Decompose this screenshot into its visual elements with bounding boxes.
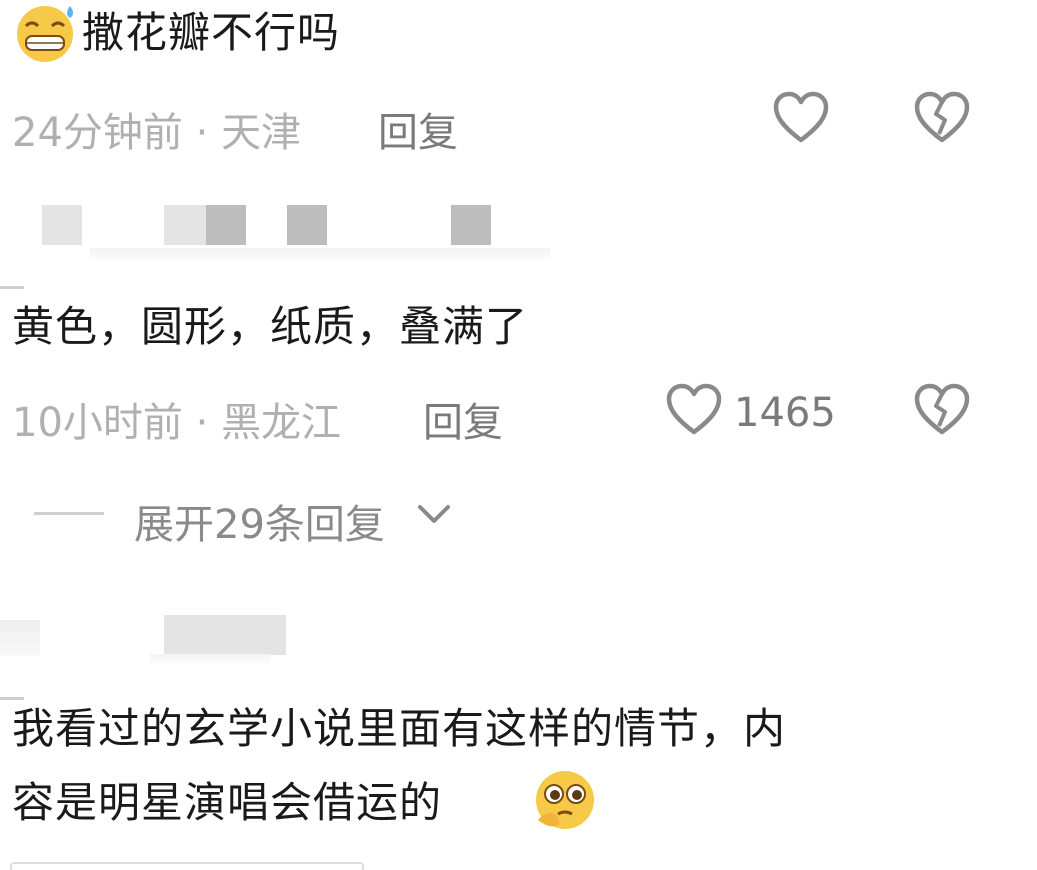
comment-text-line-2: 容是明星演唱会借运的 xyxy=(12,778,443,827)
chevron-down-icon xyxy=(416,502,452,526)
comment-time: 10小时前 xyxy=(12,400,183,446)
expand-divider-line xyxy=(34,512,104,515)
username-blur xyxy=(164,205,206,245)
comment-text: 撒花瓣不行吗 xyxy=(82,8,341,57)
username-blur xyxy=(451,205,491,245)
comment-time: 24分钟前 xyxy=(12,110,183,156)
avatar-blur xyxy=(0,620,40,656)
reply-button[interactable]: 回复 xyxy=(378,100,458,158)
username-ghost-overlay xyxy=(90,248,550,262)
like-heart-icon[interactable] xyxy=(772,90,830,144)
comment-text: 黄色，圆形，纸质，叠满了 xyxy=(12,302,529,351)
like-count: 1465 xyxy=(734,390,836,436)
meta-separator: · xyxy=(182,110,222,156)
grinning-sweat-emoji-icon xyxy=(12,2,80,64)
bottom-edge-stub xyxy=(10,862,364,870)
comment-text-line-1: 我看过的玄学小说里面有这样的情节，内 xyxy=(12,704,787,753)
comment-location: 天津 xyxy=(221,110,302,156)
username-blur xyxy=(42,205,82,245)
dislike-broken-heart-icon[interactable] xyxy=(913,90,971,144)
expand-replies[interactable]: 展开29条回复 xyxy=(34,490,464,548)
username-blur xyxy=(287,205,327,245)
divider-stub xyxy=(0,286,24,289)
username-ghost-overlay xyxy=(150,654,270,666)
dislike-broken-heart-icon[interactable] xyxy=(913,382,971,436)
username-blur xyxy=(206,205,246,245)
expand-replies-label[interactable]: 展开29条回复 xyxy=(134,492,385,550)
comment-location: 黑龙江 xyxy=(221,400,342,446)
reply-button[interactable]: 回复 xyxy=(423,390,503,448)
comment-meta: 24分钟前 · 天津 xyxy=(12,100,301,158)
meta-separator: · xyxy=(182,400,222,446)
comment-meta: 10小时前 · 黑龙江 xyxy=(12,390,341,448)
divider-stub xyxy=(0,697,24,700)
pleading-face-emoji-icon xyxy=(532,768,598,832)
username-blur xyxy=(164,615,286,655)
like-heart-icon[interactable] xyxy=(665,382,723,436)
